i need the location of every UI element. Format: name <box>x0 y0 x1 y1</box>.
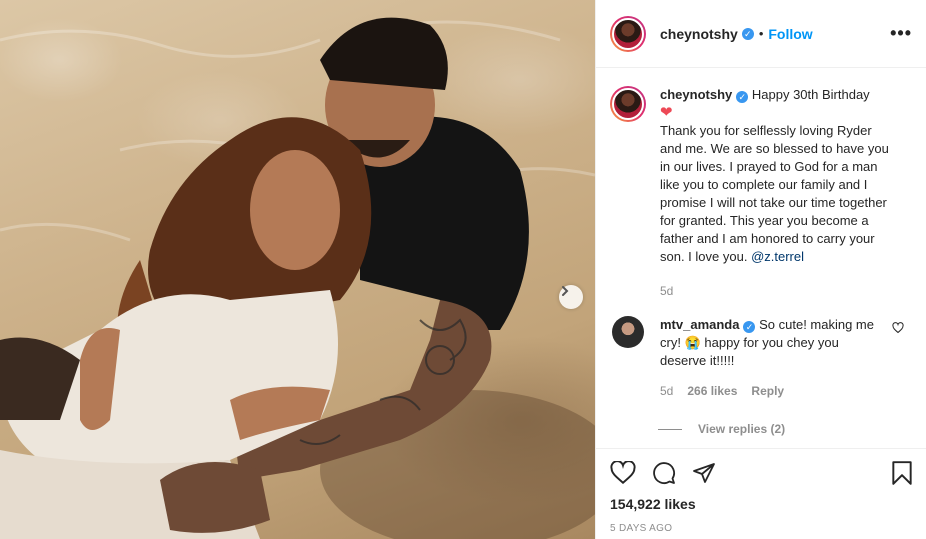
next-photo-button[interactable] <box>559 285 583 309</box>
like-heart-icon[interactable] <box>610 461 636 485</box>
comment-likes[interactable]: 266 likes <box>687 382 737 400</box>
post-actions: 154,922 likes 5 DAYS AGO <box>596 448 926 534</box>
comment-time[interactable]: 5d <box>660 382 673 400</box>
verified-badge-icon: ✓ <box>743 321 756 333</box>
caption-time[interactable]: 5d <box>660 282 896 300</box>
more-options-icon[interactable]: ••• <box>890 23 912 44</box>
caption: cheynotshy ✓ Happy 30th Birthday ❤ Thank … <box>610 86 910 300</box>
author-avatar[interactable] <box>610 15 646 52</box>
commenter-avatar[interactable] <box>612 316 644 348</box>
comment-item: mtv_amanda ✓ So cute! making me cry! 😭 ha… <box>610 316 910 400</box>
separator-dot: • <box>758 26 764 41</box>
post-photo[interactable] <box>0 0 595 539</box>
share-paper-plane-icon[interactable] <box>692 461 716 485</box>
save-bookmark-icon[interactable] <box>891 460 913 486</box>
like-comment-heart-icon[interactable] <box>892 322 904 337</box>
caption-mention-link[interactable]: @z.terrel <box>751 249 804 264</box>
photo-illustration <box>0 17 595 539</box>
crying-emoji-icon: 😭 <box>684 335 701 350</box>
caption-text: Thank you for selflessly loving Ryder an… <box>660 123 889 264</box>
caption-first-line: Happy 30th Birthday <box>751 87 870 102</box>
view-replies-button[interactable]: View replies (2) <box>658 422 910 436</box>
post-date[interactable]: 5 DAYS AGO <box>610 523 913 534</box>
view-replies-label: View replies (2) <box>698 422 786 436</box>
follow-button[interactable]: Follow <box>768 26 812 42</box>
chevron-right-icon <box>562 286 569 296</box>
replies-divider <box>658 428 682 430</box>
post-likes-count[interactable]: 154,922 likes <box>610 496 913 512</box>
caption-avatar[interactable] <box>610 86 646 122</box>
verified-badge-icon: ✓ <box>736 91 749 103</box>
caption-username[interactable]: cheynotshy <box>660 87 732 102</box>
post-sidebar: cheynotshy ✓ • Follow ••• cheynotshy ✓ Ha… <box>595 0 926 539</box>
comments-section: cheynotshy ✓ Happy 30th Birthday ❤ Thank … <box>596 68 926 447</box>
commenter-username[interactable]: mtv_amanda <box>660 317 739 332</box>
reply-button[interactable]: Reply <box>751 382 784 400</box>
heart-emoji-icon: ❤ <box>660 104 673 121</box>
post-modal: cheynotshy ✓ • Follow ••• cheynotshy ✓ Ha… <box>0 0 926 539</box>
comment-bubble-icon[interactable] <box>652 461 676 485</box>
author-username[interactable]: cheynotshy <box>660 26 738 42</box>
verified-badge-icon: ✓ <box>741 27 754 40</box>
comment-meta: 5d 266 likes Reply <box>660 382 882 400</box>
post-header: cheynotshy ✓ • Follow ••• <box>596 0 926 68</box>
